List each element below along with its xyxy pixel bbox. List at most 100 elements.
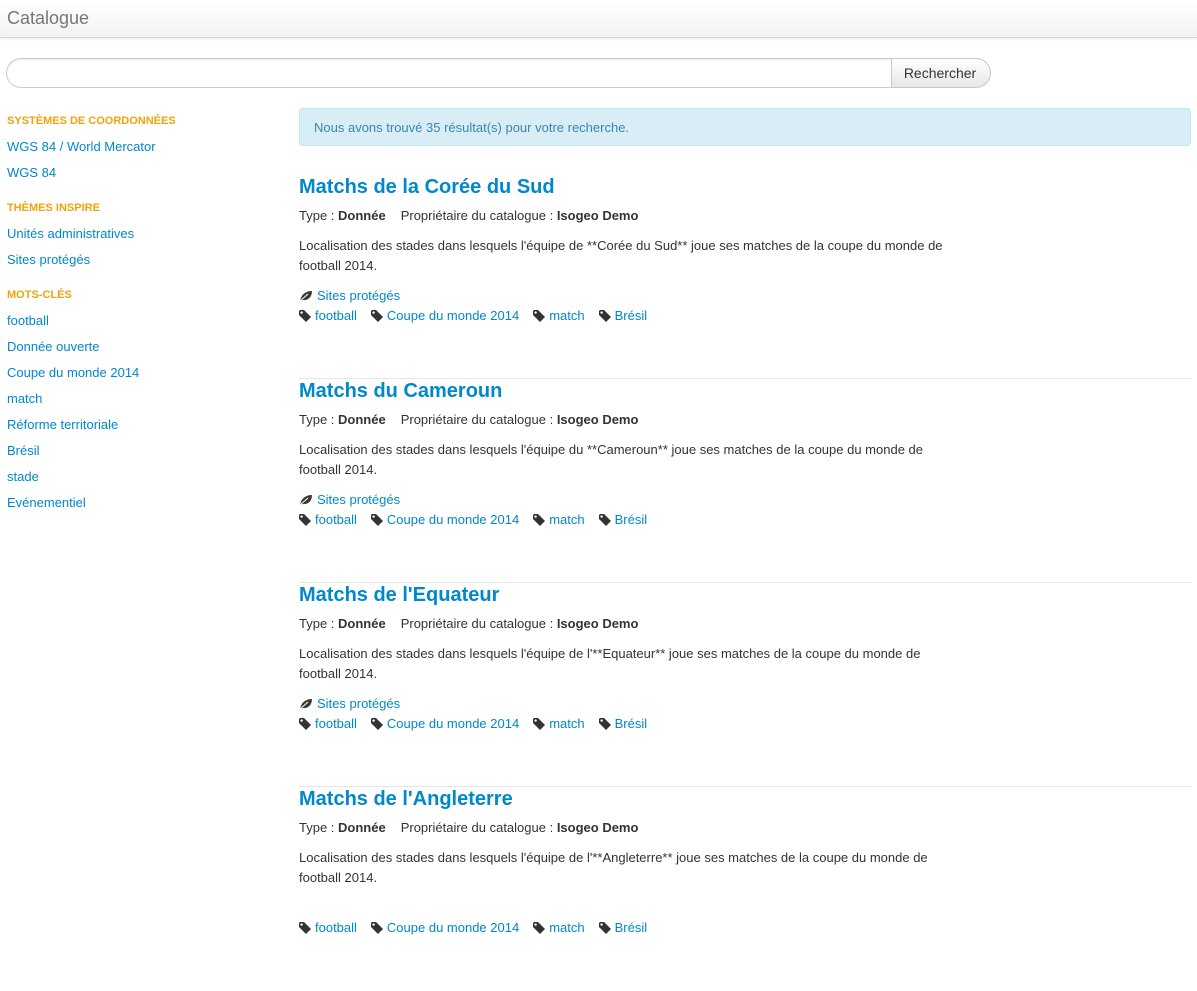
tag-label: match — [549, 716, 585, 731]
search-form: Rechercher — [6, 58, 991, 88]
result-title-link[interactable]: Matchs de l'Angleterre — [299, 787, 513, 811]
tag-label: football — [315, 920, 357, 935]
theme-label: Sites protégés — [317, 696, 401, 711]
facet-heading: Thèmes INSPIRE — [7, 202, 100, 214]
result-tags: football Coupe du monde 2014 match Brésil — [299, 920, 661, 936]
result-item: Matchs de l'Angleterre Type : Donnée Propr… — [299, 787, 1191, 991]
tag-icon — [598, 922, 611, 934]
tag-icon — [299, 514, 311, 526]
tag-link[interactable]: match — [533, 512, 585, 528]
facet-link[interactable]: Coupe du monde 2014 — [7, 360, 277, 386]
tag-link[interactable]: football — [299, 308, 357, 324]
facet-heading: Systèmes de coordonnées — [7, 115, 176, 127]
owner-label: Propriétaire du catalogue : — [400, 412, 557, 427]
tag-link[interactable]: football — [299, 920, 357, 936]
result-description: Localisation des stades dans lesquels l'… — [299, 850, 928, 885]
tag-link[interactable]: football — [299, 512, 357, 528]
tag-link[interactable]: Brésil — [598, 920, 647, 936]
tag-icon — [533, 310, 546, 322]
result-item: Matchs de l'Equateur Type : Donnée Proprié… — [299, 583, 1191, 787]
type-value: Donnée — [338, 412, 386, 427]
tag-icon — [598, 718, 611, 730]
result-theme-link[interactable]: Sites protégés — [299, 696, 400, 712]
result-description: Localisation des stades dans lesquels l'… — [299, 238, 943, 273]
tag-label: match — [549, 308, 585, 323]
type-label: Type : — [299, 616, 339, 631]
tag-icon — [299, 718, 311, 730]
tag-link[interactable]: match — [533, 716, 585, 732]
tag-label: Coupe du monde 2014 — [386, 308, 520, 323]
tag-link[interactable]: match — [533, 308, 585, 324]
result-tags: football Coupe du monde 2014 match Brésil — [299, 512, 661, 528]
result-title-link[interactable]: Matchs de la Corée du Sud — [299, 175, 555, 199]
owner-value: Isogeo Demo — [556, 208, 639, 223]
result-description: Localisation des stades dans lesquels l'… — [299, 442, 923, 477]
tag-label: Coupe du monde 2014 — [386, 512, 520, 527]
search-input[interactable] — [6, 58, 891, 88]
owner-label: Propriétaire du catalogue : — [400, 616, 557, 631]
theme-label: Sites protégés — [317, 288, 401, 303]
result-title-link[interactable]: Matchs de l'Equateur — [299, 583, 499, 607]
type-value: Donnée — [338, 208, 386, 223]
owner-label: Propriétaire du catalogue : — [400, 820, 557, 835]
facet-link[interactable]: match — [7, 386, 277, 412]
tag-link[interactable]: Brésil — [598, 512, 647, 528]
top-navbar: Catalogue — [0, 0, 1197, 38]
facet-link[interactable]: Evénementiel — [7, 490, 277, 516]
tag-label: Coupe du monde 2014 — [386, 920, 520, 935]
tag-icon — [533, 514, 546, 526]
facet-link[interactable]: Unités administratives — [7, 221, 277, 247]
facet-link[interactable]: Sites protégés — [7, 247, 277, 273]
result-theme-link[interactable]: Sites protégés — [299, 288, 400, 304]
facet-link[interactable]: Brésil — [7, 438, 277, 464]
result-meta: Type : Donnée Propriétaire du catalogue :… — [299, 208, 638, 224]
facet-link[interactable]: Donnée ouverte — [7, 334, 277, 360]
facet-link[interactable]: stade — [7, 464, 277, 490]
type-label: Type : — [299, 412, 339, 427]
facet-link[interactable]: football — [7, 308, 277, 334]
tag-label: football — [315, 308, 357, 323]
owner-value: Isogeo Demo — [556, 616, 639, 631]
tag-link[interactable]: Brésil — [598, 716, 648, 732]
owner-label: Propriétaire du catalogue : — [400, 208, 557, 223]
leaf-icon — [299, 699, 312, 710]
result-tags: football Coupe du monde 2014 match Brésil — [299, 308, 661, 324]
results-list: Matchs de la Corée du Sud Type : Donnée Pr… — [299, 175, 1191, 991]
result-meta: Type : Donnée Propriétaire du catalogue :… — [299, 820, 638, 836]
leaf-icon — [299, 291, 312, 302]
tag-link[interactable]: Coupe du monde 2014 — [370, 308, 520, 324]
facet-link[interactable]: Réforme territoriale — [7, 412, 277, 438]
tag-link[interactable]: Coupe du monde 2014 — [370, 716, 520, 732]
type-value: Donnée — [338, 820, 386, 835]
tag-link[interactable]: Coupe du monde 2014 — [370, 920, 520, 936]
tag-label: match — [549, 920, 585, 935]
tag-icon — [299, 310, 311, 322]
tag-label: Brésil — [614, 308, 648, 323]
result-tags: football Coupe du monde 2014 match Brésil — [299, 716, 661, 732]
result-theme-link[interactable]: Sites protégés — [299, 492, 400, 508]
facet-heading: Mots-clés — [7, 289, 72, 301]
tag-link[interactable]: Coupe du monde 2014 — [370, 512, 520, 528]
tag-link[interactable]: match — [533, 920, 585, 936]
facet-link[interactable]: WGS 84 / World Mercator — [7, 134, 277, 160]
tag-icon — [370, 922, 383, 934]
tag-link[interactable]: Brésil — [598, 308, 648, 324]
tag-icon — [598, 514, 611, 526]
search-button[interactable]: Rechercher — [891, 58, 991, 88]
tag-icon — [299, 922, 311, 934]
facet-link[interactable]: WGS 84 — [7, 160, 277, 186]
result-item: Matchs du Cameroun Type : Donnée Propriéta… — [299, 379, 1191, 583]
tag-label: football — [315, 512, 357, 527]
tag-label: football — [315, 716, 357, 731]
tag-icon — [370, 718, 383, 730]
theme-label: Sites protégés — [317, 492, 401, 507]
tag-icon — [533, 718, 546, 730]
tag-icon — [533, 922, 546, 934]
result-meta: Type : Donnée Propriétaire du catalogue :… — [299, 616, 638, 632]
tag-label: Brésil — [614, 716, 648, 731]
tag-label: Coupe du monde 2014 — [386, 716, 520, 731]
result-meta: Type : Donnée Propriétaire du catalogue :… — [299, 412, 638, 428]
tag-link[interactable]: football — [299, 716, 357, 732]
result-title-link[interactable]: Matchs du Cameroun — [299, 379, 502, 403]
brand-link[interactable]: Catalogue — [7, 8, 89, 29]
